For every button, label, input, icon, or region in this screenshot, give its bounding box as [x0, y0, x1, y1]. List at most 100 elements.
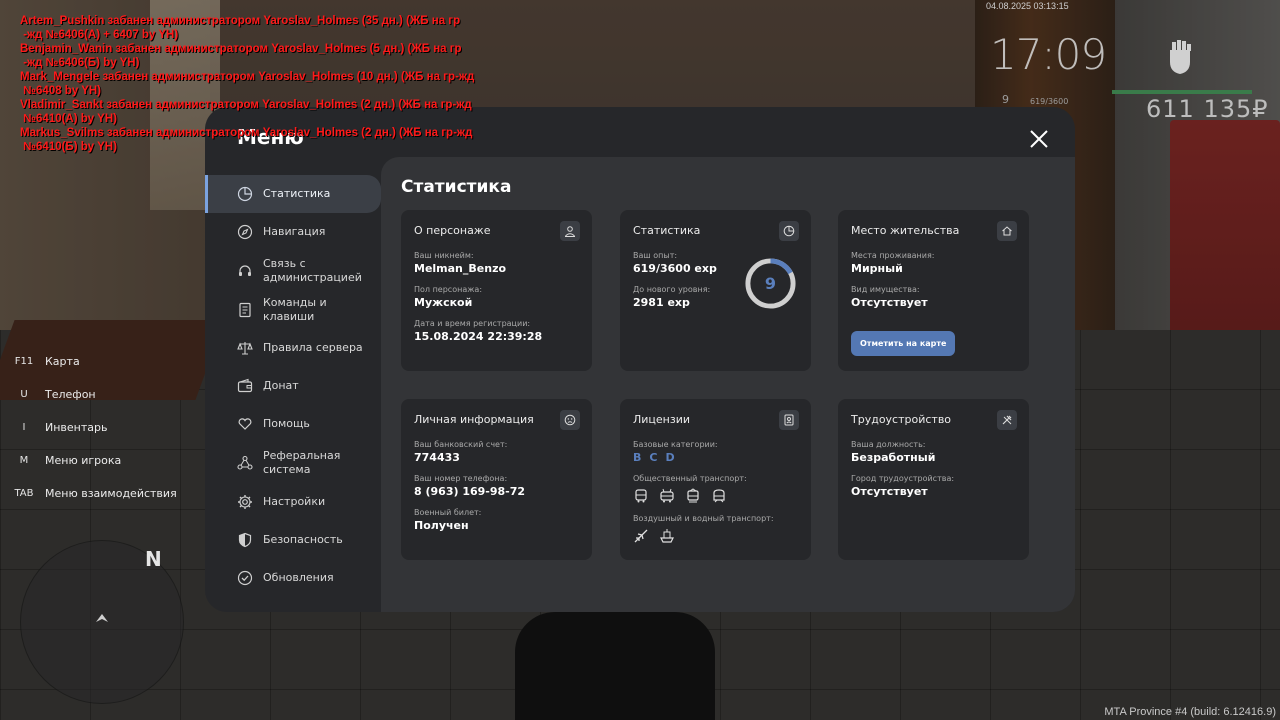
bank-account-label: Ваш банковский счет:: [414, 440, 508, 449]
air-water-transport-icons: [633, 528, 798, 544]
sidebar-item-updates[interactable]: Обновления: [205, 559, 381, 597]
licenses-card-button[interactable]: [779, 410, 799, 430]
hud-exp: 619/3600: [1030, 97, 1069, 106]
hotkey-label: Инвентарь: [45, 421, 108, 434]
character-card-button[interactable]: [560, 221, 580, 241]
military-label: Военный билет:: [414, 508, 482, 517]
nickname-value: Melman_Benzo: [414, 262, 507, 275]
sidebar-item-statistics[interactable]: Статистика: [205, 175, 381, 213]
minimap[interactable]: N: [20, 540, 184, 704]
sidebar-item-label: Статистика: [263, 187, 331, 200]
card-employment: Трудоустройство Ваша должность: Безработ…: [838, 399, 1029, 560]
sidebar-item-label: Настройки: [263, 495, 326, 508]
chat-log: Artem_Pushkin забанен администратором Ya…: [20, 14, 480, 154]
pie-chart-icon: [783, 225, 795, 237]
sidebar-item-security[interactable]: Безопасность: [205, 521, 381, 559]
bank-account-value: 774433: [414, 451, 460, 464]
hud-level: 9: [1002, 93, 1009, 106]
mark-on-map-button[interactable]: Отметить на карте: [851, 331, 956, 356]
card-title: О персонаже: [414, 224, 491, 237]
sidebar-item-label: Донат: [263, 379, 299, 392]
page-title: Статистика: [401, 177, 512, 197]
headset-icon: [239, 265, 251, 276]
residence-card-button[interactable]: [997, 221, 1017, 241]
tram-icon: [687, 488, 699, 503]
chat-line: Artem_Pushkin забанен администратором Ya…: [20, 15, 461, 41]
sidebar-item-referral[interactable]: Реферальная система: [205, 443, 381, 483]
card-statistics: Статистика Ваш опыт: 619/3600 exp До нов…: [620, 210, 811, 371]
close-icon[interactable]: [1027, 127, 1051, 151]
card-character: О персонаже Ваш никнейм: Melman_Benzo По…: [401, 210, 592, 371]
residence-label: Места проживания:: [851, 251, 935, 260]
hotkey-label: Телефон: [45, 388, 96, 401]
hotkey-hints: F11 Карта U Телефон I Инвентарь M Меню и…: [10, 345, 200, 510]
hotkey-inventory: I Инвентарь: [10, 411, 200, 444]
chat-line: Vladimir_Sankt забанен администратором Y…: [20, 99, 472, 125]
sidebar-item-label: Безопасность: [263, 533, 343, 546]
hotkey-key: M: [19, 455, 29, 466]
military-value: Получен: [414, 519, 469, 532]
card-title: Статистика: [633, 224, 701, 237]
player-arrow-icon: [96, 614, 108, 622]
hotkey-key: TAB: [14, 488, 34, 499]
hotkey-interaction-menu: TAB Меню взаимодействия: [10, 477, 200, 510]
employment-card-button[interactable]: [997, 410, 1017, 430]
statistics-panel: Статистика О персонаже Ваш никнейм: Melm…: [381, 157, 1075, 612]
license-category: D: [665, 451, 675, 464]
compass-icon: [237, 224, 253, 240]
check-circle-icon: [237, 570, 253, 586]
sidebar-item-label: Команды и клавиши: [263, 296, 327, 323]
fist-weapon-icon: [1170, 40, 1191, 74]
hud-money: 611 135₽: [1146, 95, 1269, 123]
document-icon: [239, 302, 251, 318]
property-label: Вид имущества:: [851, 285, 920, 294]
phone-value: 8 (963) 169-98-72: [414, 485, 526, 498]
phone-label: Ваш номер телефона:: [414, 474, 508, 483]
sidebar-item-label: Помощь: [263, 417, 310, 430]
gender-value: Мужской: [414, 296, 473, 309]
statistics-card-button[interactable]: [779, 221, 799, 241]
sidebar-item-navigation[interactable]: Навигация: [205, 213, 381, 251]
nickname-label: Ваш никнейм:: [414, 251, 474, 260]
sidebar-item-commands[interactable]: Команды и клавиши: [205, 291, 381, 329]
sidebar-item-label: Навигация: [263, 225, 326, 238]
boat-icon: [660, 529, 674, 543]
air-water-transport-label: Воздушный и водный транспорт:: [633, 514, 774, 523]
build-version: MTA Province #4 (build: 6.12416.9): [1104, 706, 1276, 718]
card-residence: Место жительства Места проживания: Мирны…: [838, 210, 1029, 371]
hotkey-label: Карта: [45, 355, 80, 368]
card-licenses: Лицензии Базовые категории: B C D Общест…: [620, 399, 811, 560]
trolleybus-icon: [660, 488, 674, 503]
north-indicator: N: [145, 547, 162, 571]
card-title: Лицензии: [633, 413, 691, 426]
base-categories-label: Базовые категории:: [633, 440, 718, 449]
metro-icon: [713, 489, 725, 503]
card-title: Трудоустройство: [851, 413, 952, 426]
pie-chart-icon: [237, 186, 253, 202]
hotkey-label: Меню игрока: [45, 454, 122, 467]
sidebar-item-admin-contact[interactable]: Связь с администрацией: [205, 251, 381, 291]
registration-value: 15.08.2024 22:39:28: [414, 330, 543, 343]
sidebar-item-settings[interactable]: Настройки: [205, 483, 381, 521]
bus-icon: [635, 489, 647, 503]
sidebar-item-donate[interactable]: Донат: [205, 367, 381, 405]
sidebar-item-label: Связь с администрацией: [263, 257, 362, 284]
hotkey-player-menu: M Меню игрока: [10, 444, 200, 477]
hotkey-map: F11 Карта: [10, 345, 200, 378]
tools-icon: [1002, 415, 1012, 425]
heart-hand-icon: [238, 418, 252, 430]
card-title: Личная информация: [414, 413, 534, 426]
gear-icon: [238, 495, 252, 509]
chat-line: Mark_Mengele забанен администратором Yar…: [20, 71, 475, 97]
hotkey-key: I: [22, 422, 26, 433]
personal-card-button[interactable]: [560, 410, 580, 430]
sidebar-item-help[interactable]: Помощь: [205, 405, 381, 443]
gender-label: Пол персонажа:: [414, 285, 483, 294]
person-icon: [565, 226, 575, 237]
hotkey-label: Меню взаимодействия: [45, 487, 177, 500]
sidebar-item-server-rules[interactable]: Правила сервера: [205, 329, 381, 367]
sidebar-item-label: Правила сервера: [263, 341, 363, 354]
property-value: Отсутствует: [851, 296, 928, 309]
employment-city-label: Город трудоустройства:: [851, 474, 955, 483]
license-category: C: [649, 451, 658, 464]
